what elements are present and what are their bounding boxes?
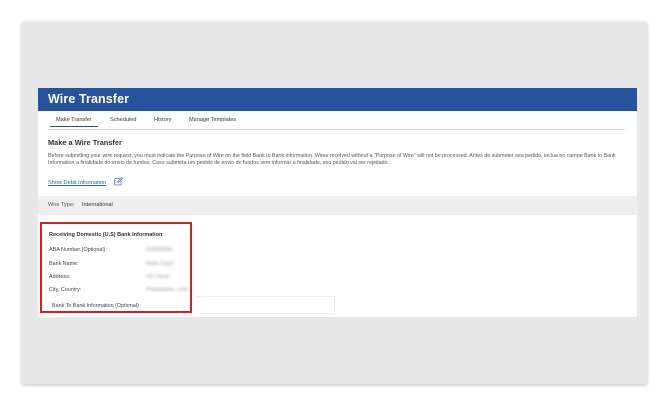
tab-bar: Make Transfer Scheduled History Manage T… xyxy=(38,111,637,130)
edit-icon[interactable] xyxy=(114,177,123,186)
city-country-label: City, Country: xyxy=(49,287,82,293)
receiving-bank-info-panel: Receiving Domestic (U.S) Bank Informatio… xyxy=(40,222,192,313)
tabs-divider xyxy=(48,129,625,130)
wire-type-row: Wire Type: International xyxy=(38,196,637,215)
aba-number-label: ABA Number (Optional): xyxy=(49,247,107,253)
tab-history[interactable]: History xyxy=(154,117,171,123)
bank-name-value: Wells Fargo xyxy=(146,261,174,267)
show-debit-information-link[interactable]: Show Debit Information xyxy=(48,180,106,186)
wire-type-value: International xyxy=(82,202,113,208)
wire-type-label: Wire Type: xyxy=(48,202,75,208)
tab-make-transfer[interactable]: Make Transfer xyxy=(50,117,98,127)
adjacent-panel xyxy=(196,296,335,314)
purpose-notice: Before submitting your wire request, you… xyxy=(48,153,616,166)
address-label: Address: xyxy=(49,274,71,280)
bank-name-label: Bank Name: xyxy=(49,261,79,267)
wire-transfer-window: Wire Transfer Make Transfer Scheduled Hi… xyxy=(38,88,637,317)
bank-info-title: Receiving Domestic (U.S) Bank Informatio… xyxy=(49,232,163,238)
title-bar: Wire Transfer xyxy=(38,88,637,111)
bank-to-bank-information-label: Bank To Bank Information (Optional) xyxy=(52,303,139,309)
tab-scheduled[interactable]: Scheduled xyxy=(110,117,136,123)
tab-manage-templates[interactable]: Manage Templates xyxy=(189,117,236,123)
city-country-value: Philadelphia, USA xyxy=(146,287,188,293)
address-value: 123 Street xyxy=(146,274,170,280)
section-heading: Make a Wire Transfer xyxy=(48,138,122,147)
aba-number-value: 026009593 xyxy=(146,247,172,253)
page-title: Wire Transfer xyxy=(48,92,130,106)
